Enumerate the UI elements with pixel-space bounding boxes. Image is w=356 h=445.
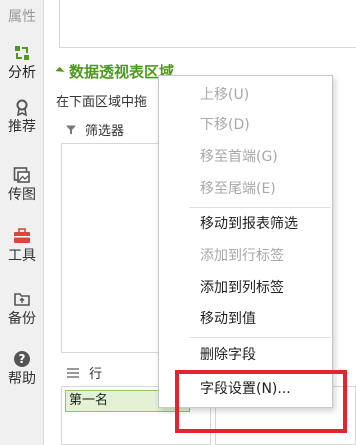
analysis-icon [15, 46, 29, 60]
menu-item-move-to-end[interactable]: 移至尾端(E) [159, 174, 334, 204]
context-menu: 上移(U) 下移(D) 移至首端(G) 移至尾端(E) 移动到报表筛选 添加到行… [158, 75, 333, 408]
section-title[interactable]: 数据透视表区域 [55, 61, 174, 82]
drag-hint-text: 在下面区域中拖 [56, 95, 148, 110]
filter-area-label: 筛选器 [85, 124, 125, 139]
menu-item-move-to-values[interactable]: 移动到值 [159, 304, 334, 334]
sidebar: 属性 分析 推荐 传图 工具 备份 ? 帮助 [0, 0, 44, 445]
menu-separator [189, 337, 331, 338]
menu-item-delete-field[interactable]: 删除字段 [159, 340, 334, 370]
upload-image-icon [13, 167, 30, 183]
sidebar-item-label: 分析 [8, 65, 36, 81]
menu-item-move-up[interactable]: 上移(U) [159, 80, 334, 110]
sidebar-item-toolbox[interactable]: 工具 [0, 227, 44, 279]
sidebar-item-label: 工具 [8, 248, 36, 264]
svg-text:?: ? [19, 352, 26, 366]
sidebar-item-label: 推荐 [8, 119, 36, 135]
filter-icon [66, 125, 76, 135]
menu-item-move-to-report-filter[interactable]: 移动到报表筛选 [159, 209, 334, 239]
toolbox-icon [14, 228, 30, 243]
sidebar-item-backup[interactable]: 备份 [0, 290, 44, 342]
filter-area-header: 筛选器 [65, 120, 124, 139]
menu-separator [189, 207, 331, 208]
menu-item-add-to-column-labels[interactable]: 添加到列标签 [159, 273, 334, 303]
sidebar-item-label: 备份 [8, 311, 36, 327]
menu-item-move-down[interactable]: 下移(D) [159, 110, 334, 140]
backup-icon [14, 293, 30, 306]
sidebar-item-label: 传图 [8, 187, 36, 203]
sidebar-item-label: 帮助 [8, 371, 36, 387]
highlight-annotation-box [175, 370, 347, 433]
sidebar-item-recommend[interactable]: 推荐 [0, 98, 44, 150]
row-area-header: 行 [67, 363, 102, 382]
menu-item-add-to-row-labels[interactable]: 添加到行标签 [159, 241, 334, 271]
sidebar-item-help[interactable]: ? 帮助 [0, 350, 44, 402]
pivot-panel-window: 属性 分析 推荐 传图 工具 备份 ? 帮助 数据透视表区域 在下面区域中拖 筛… [0, 0, 356, 445]
field-list-box[interactable] [59, 0, 356, 48]
menu-item-move-to-beginning[interactable]: 移至首端(G) [159, 142, 334, 172]
collapse-triangle-icon[interactable] [55, 66, 65, 77]
help-icon: ? [14, 351, 30, 367]
sidebar-item-upload-image[interactable]: 传图 [0, 166, 44, 218]
sidebar-item-label: 属性 [8, 9, 36, 25]
row-area-label: 行 [89, 367, 103, 382]
recommend-icon [16, 99, 28, 116]
sidebar-item-analysis[interactable]: 分析 [0, 44, 44, 96]
rows-icon [67, 368, 79, 378]
